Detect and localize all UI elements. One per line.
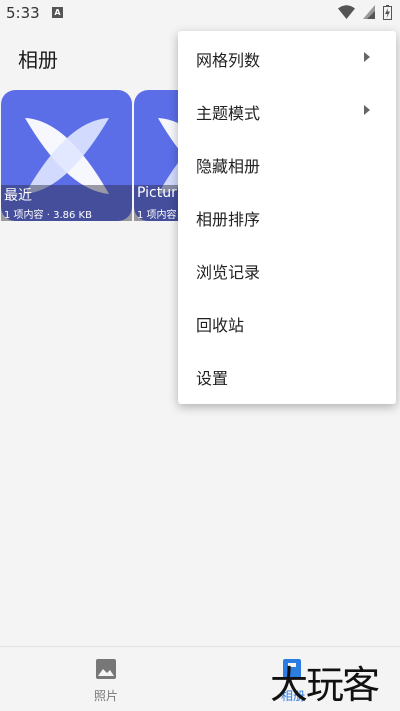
submenu-arrow-icon — [364, 52, 370, 62]
album-meta: 1 项内容 · 3.86 KB — [4, 210, 92, 221]
notification-a-icon: A — [52, 7, 63, 18]
album-meta: 1 项内容 — [137, 210, 177, 221]
watermark-text: 大玩客 — [270, 663, 380, 707]
menu-item-label: 隐藏相册 — [196, 157, 261, 176]
overflow-menu: 网格列数 主题模式 隐藏相册 相册排序 浏览记录 回收站 设置 — [178, 31, 396, 404]
nav-tab-photos[interactable]: 照片 — [46, 647, 166, 711]
menu-item-album-sort[interactable]: 相册排序 — [178, 190, 396, 243]
menu-item-settings[interactable]: 设置 — [178, 349, 396, 402]
menu-item-hidden-albums[interactable]: 隐藏相册 — [178, 137, 396, 190]
menu-item-label: 回收站 — [196, 316, 245, 335]
nav-tab-label: 照片 — [93, 689, 118, 703]
album-tile-recent[interactable]: 最近 1 项内容 · 3.86 KB — [1, 90, 132, 221]
menu-item-label: 浏览记录 — [196, 263, 261, 282]
menu-item-recycle-bin[interactable]: 回收站 — [178, 296, 396, 349]
menu-item-theme-mode[interactable]: 主题模式 — [178, 84, 396, 137]
album-name: 最近 — [4, 188, 32, 204]
image-icon — [96, 659, 116, 679]
wifi-icon — [337, 5, 355, 19]
page-title: 相册 — [18, 48, 58, 72]
submenu-arrow-icon — [364, 105, 370, 115]
album-name: Pictur — [137, 185, 177, 201]
signal-icon — [362, 5, 375, 19]
menu-item-label: 网格列数 — [196, 51, 261, 70]
status-bar: 5:33 A — [0, 0, 400, 26]
battery-charging-icon — [383, 5, 392, 20]
menu-item-label: 设置 — [196, 369, 229, 388]
status-time: 5:33 — [6, 4, 40, 22]
menu-item-label: 相册排序 — [196, 210, 261, 229]
album-tile-pictures[interactable]: Pictur 1 项内容 — [134, 90, 178, 221]
menu-item-browse-history[interactable]: 浏览记录 — [178, 243, 396, 296]
menu-item-grid-columns[interactable]: 网格列数 — [178, 31, 396, 84]
menu-item-label: 主题模式 — [196, 104, 261, 123]
status-icons — [335, 5, 392, 21]
